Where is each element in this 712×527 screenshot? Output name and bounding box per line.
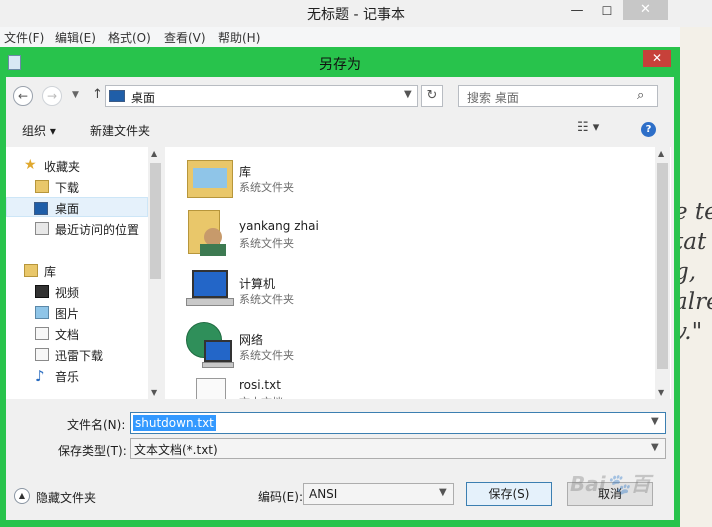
scroll-down-icon[interactable]: ▼ <box>658 388 664 397</box>
forward-arrow-icon[interactable]: → <box>42 86 62 106</box>
address-text: 桌面 <box>131 91 156 105</box>
file-name[interactable]: 库 <box>239 163 251 180</box>
desktop-icon <box>34 202 48 215</box>
back-arrow-icon[interactable]: ← <box>13 86 33 106</box>
user-folder-icon <box>188 210 230 256</box>
desktop-folder-icon <box>109 90 125 102</box>
documents-icon <box>35 327 49 340</box>
chevron-down-icon[interactable]: ▼ <box>651 442 659 453</box>
nav-favorites[interactable]: 收藏夹 <box>44 158 80 175</box>
nav-item-downloads[interactable]: 下载 <box>55 179 79 196</box>
notepad-menubar: 文件(F) 编辑(E) 格式(O) 查看(V) 帮助(H) <box>0 27 680 47</box>
chevron-down-icon[interactable]: ▼ <box>651 416 659 427</box>
menu-file[interactable]: 文件(F) <box>4 29 44 46</box>
recent-locations-chevron-icon[interactable]: ▼ <box>72 90 79 100</box>
chevron-down-icon[interactable]: ▼ <box>439 487 447 498</box>
scroll-up-icon[interactable]: ▲ <box>151 149 157 158</box>
scroll-up-icon[interactable]: ▲ <box>658 149 664 158</box>
nav-item-documents[interactable]: 文档 <box>55 326 79 343</box>
nav-item-desktop[interactable]: 桌面 <box>55 200 79 217</box>
nav-libraries[interactable]: 库 <box>44 263 56 280</box>
nav-item-pictures[interactable]: 图片 <box>55 305 79 322</box>
recent-places-icon <box>35 222 49 235</box>
encoding-value: ANSI <box>309 487 338 501</box>
notepad-titlebar: 无标题 - 记事本 — ☐ ✕ <box>0 0 712 27</box>
downloads-folder-icon <box>35 180 49 193</box>
nav-item-xunlei[interactable]: 迅雷下载 <box>55 347 103 364</box>
menu-edit[interactable]: 编辑(E) <box>55 29 96 46</box>
view-options-icon[interactable]: ☷ ▾ <box>577 120 617 138</box>
file-type: 系统文件夹 <box>239 237 294 250</box>
text-file-icon <box>196 378 226 399</box>
close-icon[interactable]: ✕ <box>623 0 668 20</box>
background-text: e te tat g, alre v." <box>680 199 712 345</box>
video-icon <box>35 285 49 298</box>
nav-item-videos[interactable]: 视频 <box>55 284 79 301</box>
search-placeholder: 搜索 桌面 <box>467 91 519 105</box>
filetype-value: 文本文档(*.txt) <box>134 443 218 457</box>
hide-folders-label[interactable]: 隐藏文件夹 <box>36 489 96 506</box>
menu-view[interactable]: 查看(V) <box>164 29 206 46</box>
new-folder-button[interactable]: 新建文件夹 <box>90 122 150 139</box>
file-name[interactable]: rosi.txt <box>239 378 281 392</box>
nav-scrollbar-thumb[interactable] <box>150 163 161 279</box>
chevron-up-icon[interactable]: ▲ <box>14 488 30 504</box>
file-type: 系统文件夹 <box>239 181 294 194</box>
file-type-clip: 文本文档 <box>239 394 299 399</box>
file-name[interactable]: 网络 <box>239 331 263 348</box>
refresh-icon[interactable]: ↻ <box>421 85 443 107</box>
search-input[interactable]: 搜索 桌面 ⌕ <box>458 85 658 107</box>
dialog-close-icon[interactable]: ✕ <box>643 50 671 67</box>
menu-help[interactable]: 帮助(H) <box>218 29 260 46</box>
notepad-content[interactable]: e te tat g, alre v." <box>680 27 712 527</box>
nav-item-recent[interactable]: 最近访问的位置 <box>55 221 139 238</box>
filename-input[interactable]: shutdown.txt ▼ <box>130 412 666 434</box>
xunlei-download-icon <box>35 348 49 361</box>
file-type: 文本文档 <box>239 394 283 399</box>
network-icon <box>186 322 234 368</box>
encoding-label: 编码(E): <box>258 490 303 504</box>
file-name[interactable]: yankang zhai <box>239 219 319 233</box>
nav-item-music[interactable]: 音乐 <box>55 368 79 385</box>
filetype-label: 保存类型(T): <box>58 444 127 458</box>
pictures-icon <box>35 306 49 319</box>
filetype-select[interactable]: 文本文档(*.txt) ▼ <box>130 438 666 459</box>
encoding-select[interactable]: ANSI ▼ <box>303 483 454 505</box>
menu-format[interactable]: 格式(O) <box>108 29 151 46</box>
file-list-scrollbar-thumb[interactable] <box>657 163 668 369</box>
filename-value[interactable]: shutdown.txt <box>133 415 216 431</box>
file-type: 系统文件夹 <box>239 349 294 362</box>
dialog-title: 另存为 <box>319 57 361 73</box>
scroll-down-icon[interactable]: ▼ <box>151 388 157 397</box>
music-icon: ♪ <box>35 367 45 385</box>
star-icon: ★ <box>24 157 37 173</box>
cancel-button[interactable]: 取消 <box>567 482 653 506</box>
filename-label: 文件名(N): <box>67 418 126 432</box>
library-icon <box>187 156 233 200</box>
computer-icon <box>186 268 234 308</box>
library-icon <box>24 264 38 277</box>
address-bar[interactable]: 桌面 ▼ <box>105 85 418 107</box>
minimize-icon[interactable]: — <box>563 0 591 24</box>
organize-button[interactable]: 组织 ▾ <box>22 122 56 139</box>
maximize-icon[interactable]: ☐ <box>593 0 621 24</box>
chevron-down-icon[interactable]: ▼ <box>404 89 412 100</box>
file-name[interactable]: 计算机 <box>239 275 275 292</box>
save-button[interactable]: 保存(S) <box>466 482 552 506</box>
up-arrow-icon[interactable]: ↑ <box>92 87 103 102</box>
file-type: 系统文件夹 <box>239 293 294 306</box>
help-icon[interactable]: ? <box>641 122 656 137</box>
search-icon[interactable]: ⌕ <box>637 88 644 103</box>
